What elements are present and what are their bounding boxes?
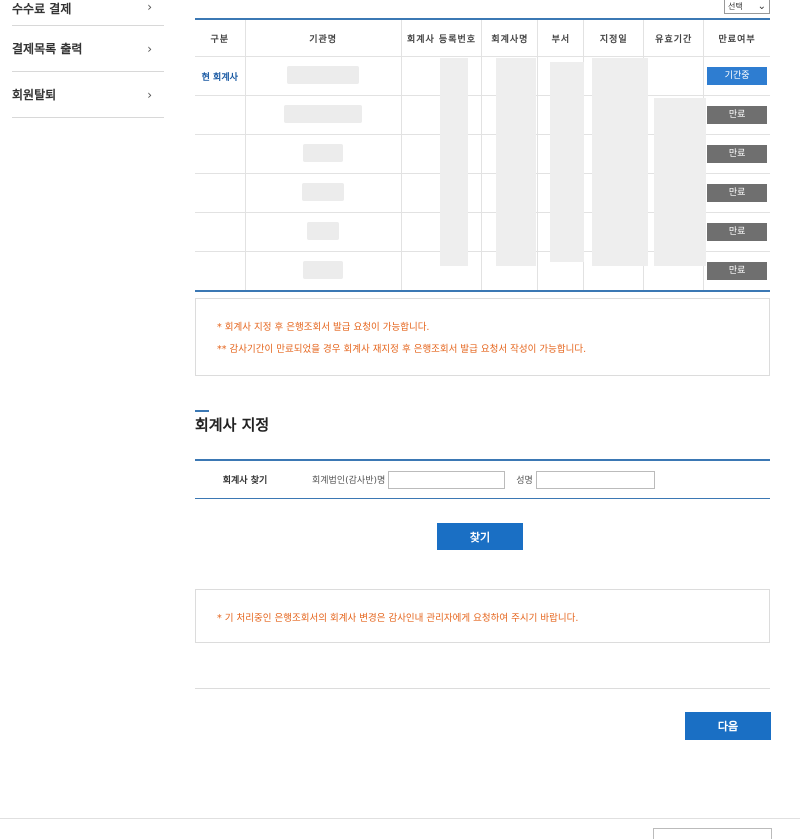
- sidebar-item-withdraw[interactable]: 회원탈퇴 ›: [12, 72, 164, 118]
- status-badge[interactable]: 기간중: [707, 67, 768, 85]
- institution-cell-redacted: [244, 56, 402, 96]
- filter-select-value: 선택: [728, 2, 743, 11]
- chevron-right-icon: ›: [147, 41, 152, 56]
- sidebar-item-label: 회원탈퇴: [12, 88, 57, 102]
- chevron-down-icon: ⌄: [757, 1, 766, 12]
- row-type: [195, 134, 246, 174]
- redaction-block: [496, 58, 536, 266]
- col-header-designated-date: 지정일: [583, 19, 644, 57]
- row-type: [195, 252, 245, 292]
- redaction-block: [550, 62, 584, 262]
- status-cell: 기간중: [703, 56, 770, 96]
- sidebar-item-payment-list-print[interactable]: 결제목록 출력 ›: [12, 26, 164, 72]
- row-type: [195, 95, 246, 135]
- col-header-reg-number: 회계사 등록번호: [400, 19, 482, 57]
- col-header-institution: 기관명: [244, 19, 402, 57]
- title-accent-bar: [195, 410, 209, 412]
- status-badge[interactable]: 만료: [707, 106, 768, 124]
- sidebar-item-fee-payment[interactable]: 수수료 결제 ›: [12, 0, 164, 26]
- col-header-expiry-status: 만료여부: [703, 19, 770, 57]
- redaction-block: [592, 58, 648, 266]
- divider: [195, 688, 770, 689]
- chevron-right-icon: ›: [147, 0, 152, 14]
- notice-line: * 회계사 지정 후 은행조회서 발급 요청이 가능합니다.: [217, 322, 430, 333]
- notice-line: * 기 처리중인 은행조회서의 회계사 변경은 감사인내 관리자에게 요청하여 …: [217, 613, 579, 624]
- sidebar-item-label: 수수료 결제: [12, 2, 72, 16]
- accountant-search-form: 회계사 찾기 회계법인(감사반)명 성명: [195, 459, 770, 499]
- col-header-type: 구분: [195, 19, 246, 57]
- institution-cell-redacted: [244, 173, 402, 213]
- col-header-department: 부서: [537, 19, 584, 57]
- status-badge[interactable]: 만료: [707, 145, 768, 163]
- status-cell: 만료: [703, 134, 770, 174]
- status-badge[interactable]: 만료: [707, 223, 768, 241]
- status-badge[interactable]: 만료: [707, 262, 768, 280]
- col-header-accountant-name: 회계사명: [481, 19, 538, 57]
- institution-cell-redacted: [244, 251, 402, 291]
- search-label: 회계사 찾기: [222, 476, 268, 486]
- status-cell: 만료: [703, 251, 770, 291]
- firm-name-input[interactable]: [388, 470, 506, 489]
- status-badge[interactable]: 만료: [707, 184, 768, 202]
- sidebar: 수수료 결제 › 결제목록 출력 › 회원탈퇴 ›: [12, 0, 164, 118]
- notice-box: * 회계사 지정 후 은행조회서 발급 요청이 가능합니다. ** 감사기간이 …: [195, 298, 770, 376]
- person-name-label: 성명: [516, 476, 533, 486]
- redaction-block: [440, 58, 468, 266]
- institution-cell-redacted: [244, 212, 402, 252]
- sidebar-item-label: 결제목록 출력: [12, 42, 83, 56]
- institution-cell-redacted: [244, 95, 402, 135]
- search-button[interactable]: 찾기: [437, 523, 523, 550]
- firm-name-label: 회계법인(감사반)명: [312, 476, 386, 486]
- status-cell: 만료: [703, 95, 770, 135]
- notice-box: * 기 처리중인 은행조회서의 회계사 변경은 감사인내 관리자에게 요청하여 …: [195, 589, 770, 643]
- notice-line: ** 감사기간이 만료되었을 경우 회계사 재지정 후 은행조회서 발급 요청서…: [217, 344, 587, 355]
- row-type: [195, 173, 246, 213]
- institution-cell-redacted: [244, 134, 402, 174]
- status-cell: 만료: [703, 173, 770, 213]
- filter-select[interactable]: 선택 ⌄: [724, 0, 770, 14]
- row-type: 현 회계사: [195, 56, 246, 96]
- table-header-row: 구분 기관명 회계사 등록번호 회계사명 부서 지정일 유효기간 만료여부: [195, 19, 770, 57]
- person-name-input[interactable]: [535, 470, 655, 489]
- redaction-block: [654, 98, 706, 266]
- period-cell-redacted: [643, 56, 704, 96]
- footer-select[interactable]: [653, 828, 772, 839]
- section-title: 회계사 지정: [195, 410, 270, 435]
- table-row: 현 회계사 기간중: [195, 56, 770, 96]
- next-button[interactable]: 다음: [685, 712, 771, 740]
- footer-divider: [0, 818, 800, 819]
- status-cell: 만료: [703, 212, 770, 252]
- section-title-text: 회계사 지정: [195, 416, 270, 434]
- row-type: [195, 212, 246, 252]
- col-header-valid-period: 유효기간: [643, 19, 704, 57]
- chevron-right-icon: ›: [147, 87, 152, 102]
